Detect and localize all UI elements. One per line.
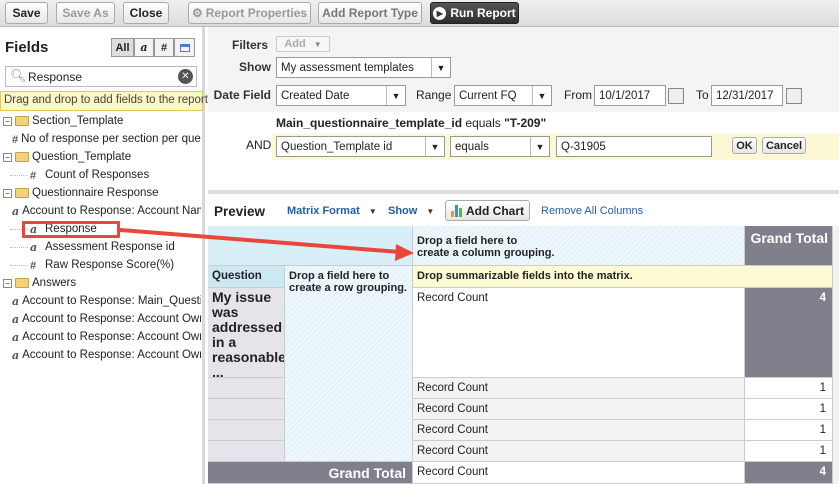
- arrow-shaft: [119, 228, 401, 254]
- arrow-head: [395, 244, 414, 261]
- annotation-arrow: [119, 228, 414, 261]
